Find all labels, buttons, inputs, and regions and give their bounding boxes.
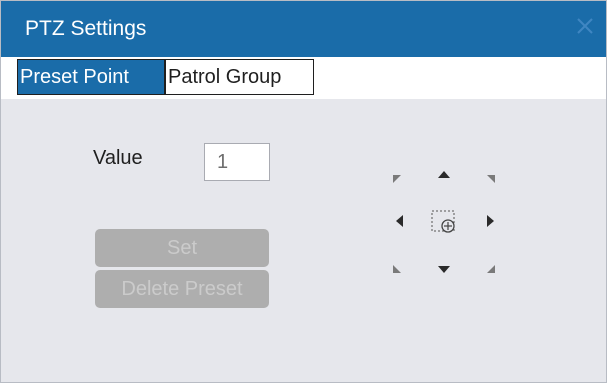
close-button[interactable] bbox=[570, 11, 600, 41]
ptz-up-right-button[interactable] bbox=[479, 168, 501, 190]
down-arrow-icon bbox=[438, 266, 450, 273]
tab-preset-point[interactable]: Preset Point bbox=[17, 59, 165, 95]
value-label: Value bbox=[93, 147, 143, 169]
ptz-direction-pad bbox=[377, 154, 512, 289]
delete-preset-button[interactable]: Delete Preset bbox=[95, 270, 269, 308]
left-arrow-icon bbox=[396, 215, 403, 227]
down-left-arrow-icon bbox=[393, 265, 401, 273]
ptz-down-right-button[interactable] bbox=[479, 258, 501, 280]
dialog-title: PTZ Settings bbox=[25, 17, 147, 40]
right-arrow-icon bbox=[487, 215, 494, 227]
tab-patrol-group[interactable]: Patrol Group bbox=[165, 59, 314, 95]
ptz-left-button[interactable] bbox=[389, 210, 411, 232]
value-input[interactable] bbox=[204, 143, 270, 181]
tab-bar: Preset Point Patrol Group bbox=[1, 57, 606, 99]
ptz-up-left-button[interactable] bbox=[387, 168, 409, 190]
up-right-arrow-icon bbox=[487, 175, 495, 183]
up-left-arrow-icon bbox=[393, 175, 401, 183]
up-arrow-icon bbox=[438, 171, 450, 178]
title-bar: PTZ Settings bbox=[1, 1, 606, 57]
ptz-right-button[interactable] bbox=[479, 210, 501, 232]
ptz-down-button[interactable] bbox=[433, 258, 455, 280]
down-right-arrow-icon bbox=[487, 265, 495, 273]
ptz-down-left-button[interactable] bbox=[387, 258, 409, 280]
ptz-center-button[interactable] bbox=[429, 207, 459, 237]
close-x-icon bbox=[577, 18, 593, 34]
ptz-up-button[interactable] bbox=[433, 164, 455, 186]
center-target-icon bbox=[431, 210, 455, 233]
set-button[interactable]: Set bbox=[95, 229, 269, 267]
ptz-settings-dialog: PTZ Settings Preset Point Patrol Group V… bbox=[0, 0, 607, 383]
